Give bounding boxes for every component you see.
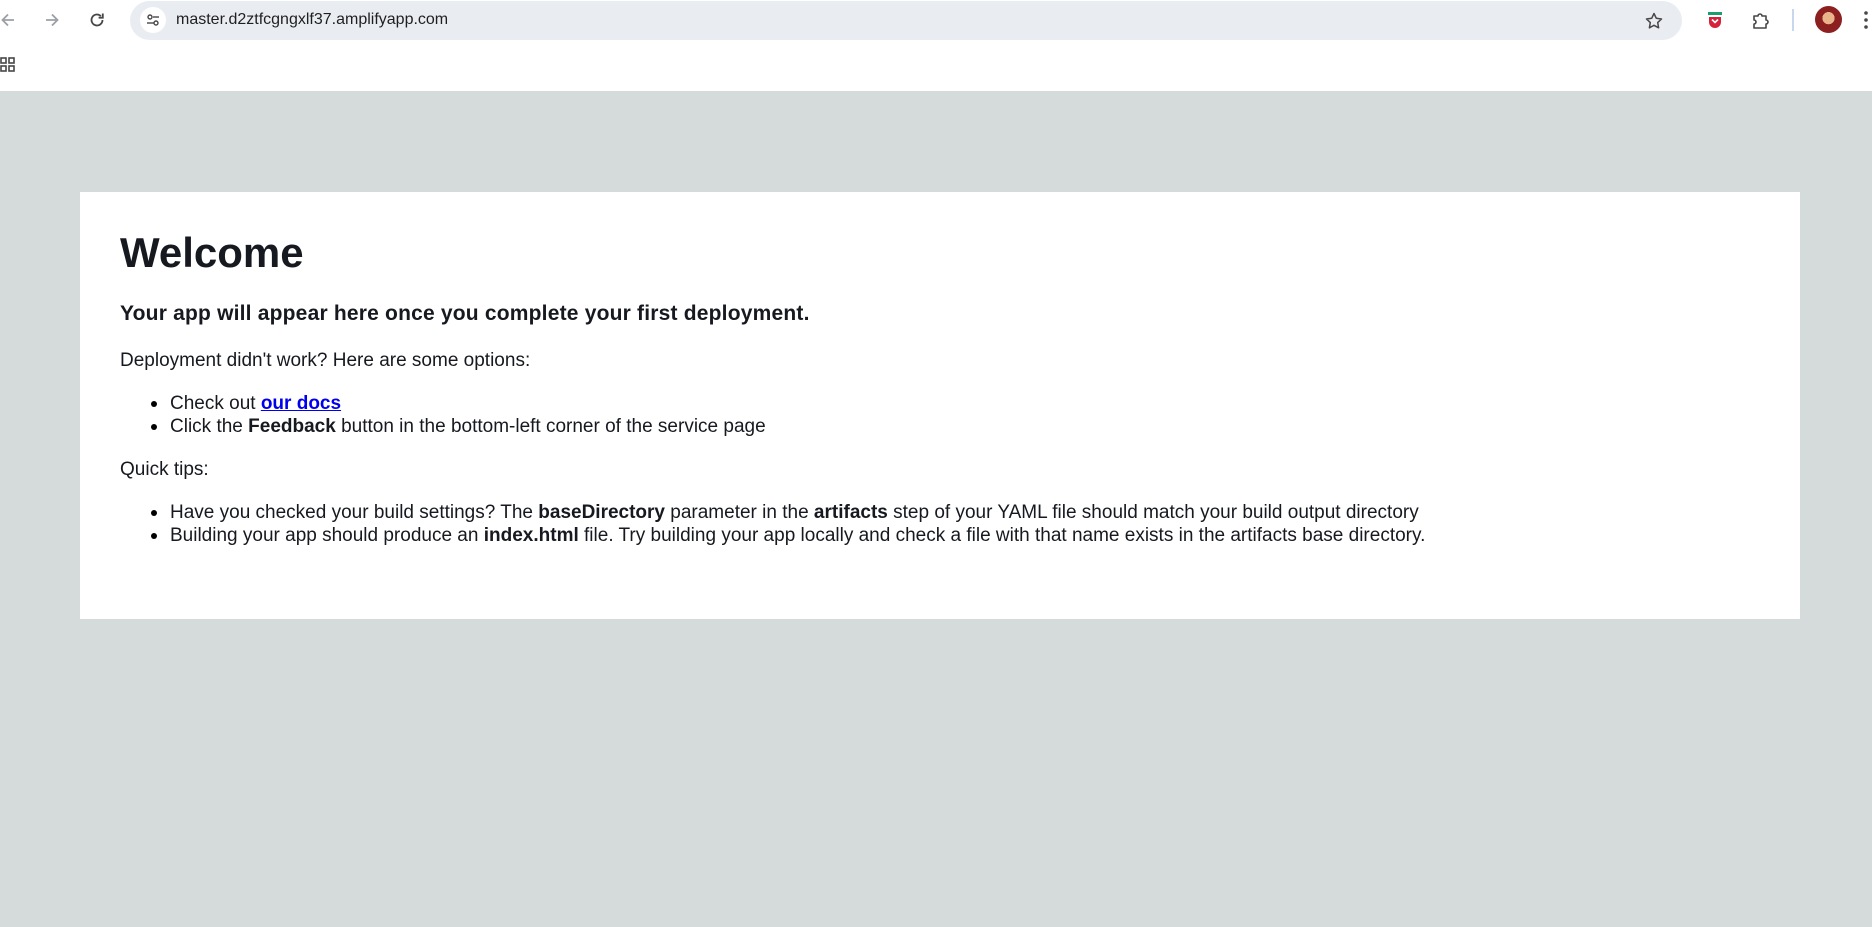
tips-intro: Quick tips: xyxy=(120,459,209,480)
tune-icon[interactable] xyxy=(140,7,166,33)
docs-link[interactable]: our docs xyxy=(261,393,341,414)
options-intro: Deployment didn't work? Here are some op… xyxy=(120,350,531,371)
welcome-card: Welcome Your app will appear here once y… xyxy=(80,192,1800,619)
docs-prefix: Check out xyxy=(170,393,261,414)
shield-extension-icon[interactable] xyxy=(1702,7,1728,33)
reload-icon[interactable] xyxy=(83,6,111,34)
list-item: Click the Feedback button in the bottom-… xyxy=(120,415,766,438)
tip2-text-a: Building your app should produce an xyxy=(170,525,484,546)
tips-list: Have you checked your build settings? Th… xyxy=(120,501,1425,547)
apps-grid-icon[interactable] xyxy=(0,57,16,73)
options-list: Check out our docs Click the Feedback bu… xyxy=(120,392,766,438)
tip2-text-c: file. Try building your app locally and … xyxy=(578,525,1426,546)
arrow-left-icon[interactable] xyxy=(0,6,22,34)
avatar[interactable] xyxy=(1815,6,1842,33)
page-title: Welcome xyxy=(120,229,304,276)
list-item: Have you checked your build settings? Th… xyxy=(120,501,1425,524)
toolbar-divider xyxy=(1792,9,1794,31)
url-text[interactable]: master.d2ztfcgngxlf37.amplifyapp.com xyxy=(176,11,448,29)
arrow-right-icon[interactable] xyxy=(38,6,66,34)
feedback-bold: Feedback xyxy=(248,416,336,437)
browser-chrome: master.d2ztfcgngxlf37.amplifyapp.com xyxy=(0,0,1872,91)
feedback-suffix: button in the bottom-left corner of the … xyxy=(335,416,766,437)
tip1-text-e: step of your YAML file should match your… xyxy=(887,502,1419,523)
tip1-text-c: parameter in the xyxy=(665,502,814,523)
kebab-menu-icon[interactable] xyxy=(1860,8,1872,32)
tip1-bold-b: baseDirectory xyxy=(538,502,665,523)
tip2-bold-b: index.html xyxy=(483,525,579,546)
tip1-text-a: Have you checked your build settings? Th… xyxy=(170,502,539,523)
star-icon[interactable] xyxy=(1642,9,1666,33)
list-item: Check out our docs xyxy=(120,392,766,415)
bookmarks-bar xyxy=(0,52,40,80)
browser-toolbar: master.d2ztfcgngxlf37.amplifyapp.com xyxy=(0,0,1872,42)
address-bar[interactable]: master.d2ztfcgngxlf37.amplifyapp.com xyxy=(130,1,1682,40)
list-item: Building your app should produce an inde… xyxy=(120,524,1425,547)
tip1-bold-d: artifacts xyxy=(813,502,888,523)
page-subtitle: Your app will appear here once you compl… xyxy=(120,302,810,325)
feedback-prefix: Click the xyxy=(170,416,249,437)
puzzle-icon[interactable] xyxy=(1748,7,1774,33)
